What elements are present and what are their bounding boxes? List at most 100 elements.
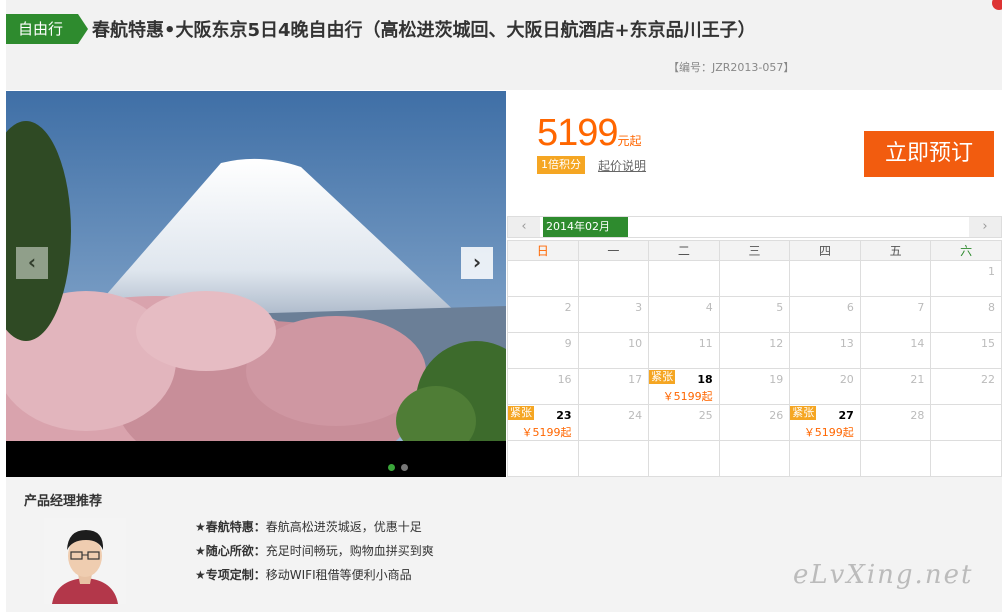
price-value: 5199: [537, 112, 619, 154]
gallery-next-button[interactable]: ›: [461, 247, 493, 279]
calendar-day-cell: 9: [507, 332, 579, 369]
calendar-day-cell: [859, 440, 932, 477]
calendar-day-cell[interactable]: 紧张 23 ￥5199起: [507, 404, 579, 441]
price-block: 5199元起: [537, 112, 642, 155]
product-title: 春航特惠•大阪东京5日4晚自由行（高松进茨城回、大阪日航酒店+东京品川王子）: [92, 20, 756, 41]
calendar-day-number: 2: [564, 301, 572, 314]
calendar-week-row: 16 17 紧张 18 ￥5199起 19 20 21 22: [507, 368, 1002, 405]
calendar-day-number: 25: [698, 409, 713, 422]
gallery-dot-2[interactable]: [401, 464, 408, 471]
calendar-day-cell: 17: [577, 368, 650, 405]
departure-calendar: 日 一 二 三 四 五 六 1 2 3 4 5 6 7 8 9 10 11 12 13 14 15 16 17 紧…: [507, 240, 1002, 477]
calendar-day-cell: 13: [789, 332, 861, 369]
weekday-label: 二: [648, 240, 720, 261]
calendar-day-cell: 10: [577, 332, 650, 369]
calendar-day-cell: 21: [859, 368, 932, 405]
calendar-day-cell: 16: [507, 368, 579, 405]
calendar-week-row: 1: [507, 260, 1002, 297]
calendar-day-cell: 19: [718, 368, 791, 405]
calendar-day-cell: 2: [507, 296, 579, 333]
calendar-day-number: 16: [557, 373, 572, 386]
calendar-day-cell[interactable]: 紧张 18 ￥5199起: [648, 368, 720, 405]
weekday-label: 六: [930, 240, 1002, 261]
calendar-day-cell: 4: [648, 296, 720, 333]
availability-tag: 紧张: [790, 406, 817, 420]
availability-tag: 紧张: [649, 370, 676, 384]
calendar-day-number: 4: [705, 301, 713, 314]
avatar: [44, 518, 126, 604]
calendar-day-number: 18: [697, 373, 713, 386]
manager-section-title: 产品经理推荐: [24, 494, 103, 509]
product-photo: [6, 91, 506, 477]
calendar-day-price: ￥5199起: [803, 426, 854, 439]
calendar-day-cell[interactable]: 紧张 27 ￥5199起: [789, 404, 861, 441]
calendar-day-cell: [789, 440, 861, 477]
recommend-item-2: ★随心所欲：充足时间畅玩，购物血拼买到爽: [195, 542, 434, 559]
calendar-day-cell: 22: [930, 368, 1002, 405]
price-note-link[interactable]: 起价说明: [598, 157, 646, 174]
recommend-item-1: ★春航特惠：春航高松进茨城返，优惠十足: [195, 518, 422, 535]
points-badge: 1倍积分: [537, 156, 585, 174]
calendar-day-cell: [507, 440, 579, 477]
calendar-day-number: 7: [917, 301, 925, 314]
weekday-label: 日: [507, 240, 579, 261]
calendar-day-cell: [577, 260, 650, 297]
book-now-button[interactable]: 立即预订: [864, 131, 994, 177]
calendar-nav: ‹ 2014年02月 ›: [507, 216, 1002, 238]
recommend-text: 移动WIFI租借等便利小商品: [265, 568, 412, 582]
calendar-day-cell: 25: [648, 404, 720, 441]
calendar-week-row: 9 10 11 12 13 14 15: [507, 332, 1002, 369]
calendar-day-number: 5: [776, 301, 784, 314]
calendar-day-number: 10: [628, 337, 643, 350]
weekday-label: 五: [859, 240, 932, 261]
calendar-day-cell: 6: [789, 296, 861, 333]
weekday-label: 三: [718, 240, 791, 261]
calendar-day-number: 26: [769, 409, 784, 422]
price-unit: 元起: [617, 134, 642, 148]
mount-fuji-image: [6, 91, 506, 477]
calendar-day-cell: 12: [718, 332, 791, 369]
calendar-day-cell: [718, 260, 791, 297]
calendar-day-number: 12: [769, 337, 784, 350]
calendar-day-number: 15: [981, 337, 995, 350]
calendar-month-label: 2014年02月: [543, 217, 628, 237]
calendar-day-cell: 5: [718, 296, 791, 333]
calendar-day-number: 9: [564, 337, 572, 350]
category-tag: 自由行: [6, 14, 88, 44]
calendar-prev-button[interactable]: ‹: [508, 217, 540, 237]
calendar-day-cell: 11: [648, 332, 720, 369]
product-code: 【编号：JZR2013-057】: [668, 61, 795, 74]
availability-tag: 紧张: [508, 406, 534, 420]
calendar-day-number: 14: [910, 337, 925, 350]
calendar-day-number: 22: [981, 373, 995, 386]
calendar-day-price: ￥5199起: [521, 426, 572, 439]
calendar-day-number: 11: [698, 337, 713, 350]
calendar-day-cell: 7: [859, 296, 932, 333]
calendar-day-number: 28: [910, 409, 925, 422]
calendar-next-button[interactable]: ›: [969, 217, 1001, 237]
calendar-day-cell: 15: [930, 332, 1002, 369]
recommend-label: ★随心所欲：: [195, 544, 266, 558]
calendar-day-cell: [507, 260, 579, 297]
calendar-day-number: 17: [628, 373, 643, 386]
weekday-label: 一: [577, 240, 650, 261]
recommend-text: 充足时间畅玩，购物血拼买到爽: [265, 544, 434, 558]
gallery-dot-1[interactable]: [388, 464, 395, 471]
calendar-day-cell: [577, 440, 650, 477]
calendar-day-cell: [648, 260, 720, 297]
calendar-day-cell: 26: [718, 404, 791, 441]
calendar-day-number: 6: [846, 301, 854, 314]
calendar-day-number: 19: [769, 373, 784, 386]
gallery-prev-button[interactable]: ‹: [16, 247, 48, 279]
calendar-day-cell: [930, 404, 1002, 441]
recommend-item-3: ★专项定制：移动WIFI租借等便利小商品: [195, 566, 412, 583]
calendar-day-number: 3: [635, 301, 643, 314]
calendar-weekday-row: 日 一 二 三 四 五 六: [507, 240, 1002, 261]
calendar-week-row: [507, 440, 1002, 477]
calendar-day-cell: 8: [930, 296, 1002, 333]
calendar-day-number: 8: [988, 301, 995, 314]
recommend-label: ★春航特惠：: [195, 520, 266, 534]
calendar-day-number: 13: [839, 337, 854, 350]
calendar-day-cell: 28: [859, 404, 932, 441]
calendar-day-number: 23: [556, 409, 572, 422]
